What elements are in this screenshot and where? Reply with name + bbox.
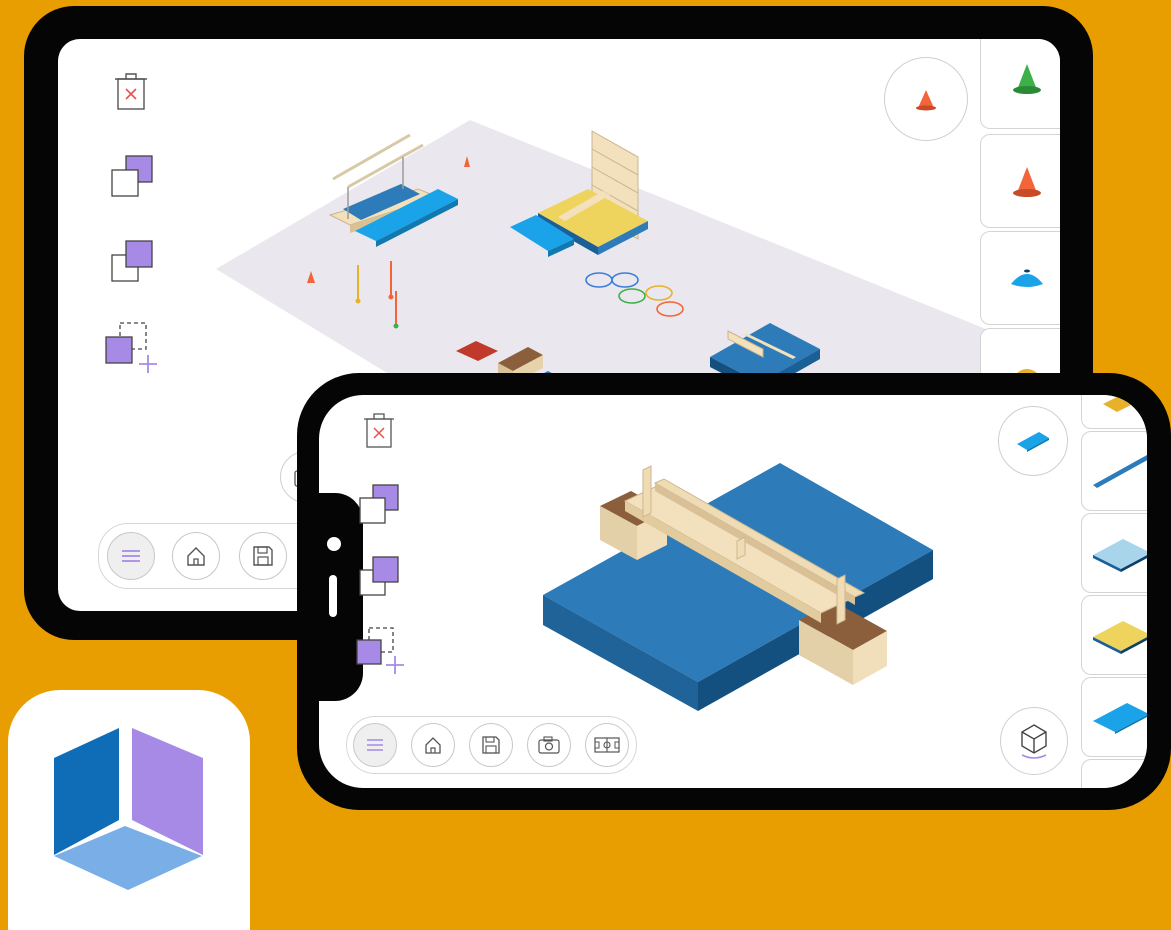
cone-icon bbox=[916, 90, 936, 111]
save-button[interactable] bbox=[239, 532, 287, 580]
palette-item-orange-cone[interactable] bbox=[980, 134, 1060, 228]
palette-item-yellow[interactable] bbox=[1081, 395, 1147, 429]
bring-forward-button[interactable] bbox=[358, 483, 402, 527]
palette-item-blue-beam[interactable] bbox=[1081, 431, 1147, 511]
camera-button[interactable] bbox=[527, 723, 571, 767]
blue-thin-mat-icon bbox=[1093, 703, 1147, 734]
phone-screen bbox=[319, 395, 1147, 788]
duplicate-button[interactable] bbox=[355, 624, 407, 676]
app-icon bbox=[8, 690, 250, 930]
bring-forward-icon bbox=[359, 484, 399, 524]
trash-icon bbox=[115, 73, 147, 110]
save-icon bbox=[253, 546, 273, 566]
palette-item-yellow-mat[interactable] bbox=[1081, 595, 1147, 675]
green-cone-icon bbox=[1013, 64, 1041, 94]
duplicate-icon bbox=[356, 627, 404, 674]
send-backward-button[interactable] bbox=[358, 555, 402, 599]
home-icon bbox=[187, 547, 205, 566]
delete-button[interactable] bbox=[363, 411, 395, 449]
phone-device bbox=[297, 373, 1171, 810]
light-blue-mat-icon bbox=[1093, 539, 1147, 572]
palette-item-blue-disc-cone[interactable] bbox=[980, 231, 1060, 325]
camera-dot bbox=[327, 537, 341, 551]
cube-logo-icon bbox=[54, 728, 203, 890]
camera-icon bbox=[538, 736, 560, 754]
trash-icon bbox=[364, 413, 394, 448]
bring-forward-button[interactable] bbox=[110, 154, 156, 200]
blue-item-icon bbox=[1127, 785, 1139, 788]
menu-icon bbox=[367, 739, 383, 751]
blue-mat-icon bbox=[1017, 432, 1049, 452]
save-icon bbox=[482, 736, 500, 754]
menu-button[interactable] bbox=[353, 723, 397, 767]
orange-cone-icon bbox=[1013, 167, 1041, 197]
send-backward-icon bbox=[359, 556, 399, 596]
selected-object-button[interactable] bbox=[884, 57, 968, 141]
palette-item-green-cone[interactable] bbox=[980, 39, 1060, 129]
blue-disc-cone-icon bbox=[1011, 269, 1043, 287]
home-icon bbox=[425, 737, 441, 754]
menu-icon bbox=[122, 550, 140, 562]
rotate-view-button[interactable] bbox=[1000, 707, 1068, 775]
bottom-toolbar bbox=[346, 716, 637, 774]
blue-beam-icon bbox=[1093, 455, 1147, 488]
bring-forward-icon bbox=[111, 155, 153, 197]
palette-item-blue-thin-mat[interactable] bbox=[1081, 677, 1147, 757]
field-view-button[interactable] bbox=[585, 723, 629, 767]
send-backward-icon bbox=[111, 240, 153, 282]
home-button[interactable] bbox=[411, 723, 455, 767]
yellow-mat-icon bbox=[1093, 621, 1147, 654]
field-icon bbox=[594, 737, 620, 753]
blue-mat bbox=[543, 463, 933, 711]
send-backward-button[interactable] bbox=[110, 239, 156, 285]
duplicate-icon bbox=[105, 322, 157, 373]
selected-object-button[interactable] bbox=[998, 406, 1068, 476]
yellow-item-icon bbox=[1103, 395, 1141, 412]
menu-button[interactable] bbox=[107, 532, 155, 580]
cube-rotate-icon bbox=[1021, 724, 1047, 759]
home-button[interactable] bbox=[172, 532, 220, 580]
palette-item-blue[interactable] bbox=[1081, 759, 1147, 788]
speaker-bar bbox=[329, 575, 337, 617]
duplicate-button[interactable] bbox=[104, 319, 160, 375]
palette-item-light-blue-mat[interactable] bbox=[1081, 513, 1147, 593]
delete-button[interactable] bbox=[114, 71, 148, 111]
save-button[interactable] bbox=[469, 723, 513, 767]
